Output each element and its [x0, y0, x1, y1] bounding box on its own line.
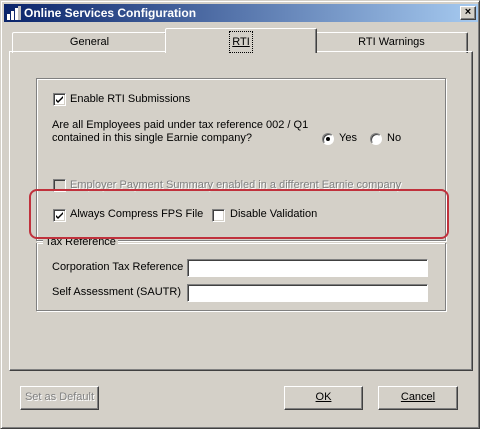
always-compress-label[interactable]: Always Compress FPS File	[70, 208, 203, 220]
disable-validation-checkbox[interactable]	[212, 209, 225, 222]
self-assessment-label: Self Assessment (SAUTR)	[52, 286, 181, 298]
app-icon	[6, 5, 22, 21]
corporation-tax-label: Corporation Tax Reference	[52, 261, 184, 273]
question-line-2: contained in this single Earnie company?	[52, 132, 252, 144]
eps-label: Employer Payment Summary enabled in a di…	[70, 179, 402, 191]
yes-label[interactable]: Yes	[339, 132, 357, 144]
close-button[interactable]: ×	[460, 6, 476, 20]
self-assessment-input[interactable]	[187, 284, 428, 302]
tab-general-label: General	[69, 36, 110, 48]
window-title: Online Services Configuration	[24, 6, 197, 20]
question-line-1: Are all Employees paid under tax referen…	[52, 119, 309, 131]
eps-checkbox[interactable]	[53, 179, 66, 192]
no-label[interactable]: No	[387, 132, 401, 144]
ok-button-label: OK	[315, 391, 332, 403]
radio-selected-dot	[326, 137, 330, 141]
tab-rti-warnings[interactable]: RTI Warnings	[315, 32, 468, 53]
tab-rti-label-text: RTI	[232, 36, 250, 48]
tax-reference-legend: Tax Reference	[43, 236, 118, 248]
tab-rti[interactable]: RTI	[165, 28, 317, 53]
corporation-tax-input[interactable]	[187, 259, 428, 277]
cancel-button[interactable]: Cancel	[378, 386, 458, 410]
ok-button[interactable]: OK	[284, 386, 363, 410]
checkmark-icon	[56, 212, 63, 219]
enable-rti-checkbox[interactable]	[53, 93, 66, 106]
close-icon: ×	[464, 6, 472, 18]
dialog-window: Online Services Configuration × General …	[0, 0, 480, 429]
tab-general[interactable]: General	[12, 32, 167, 53]
title-bar[interactable]: Online Services Configuration ×	[4, 4, 478, 22]
checkmark-icon	[56, 96, 63, 103]
yes-radio[interactable]	[322, 133, 334, 145]
no-radio[interactable]	[370, 133, 382, 145]
tab-rti-label: RTI	[229, 31, 253, 53]
tab-rti-warnings-label: RTI Warnings	[358, 36, 425, 48]
always-compress-checkbox[interactable]	[53, 209, 66, 222]
enable-rti-label[interactable]: Enable RTI Submissions	[70, 93, 190, 105]
set-default-button[interactable]: Set as Default	[20, 386, 99, 410]
disable-validation-label[interactable]: Disable Validation	[230, 208, 317, 220]
cancel-button-label: Cancel	[400, 391, 436, 403]
